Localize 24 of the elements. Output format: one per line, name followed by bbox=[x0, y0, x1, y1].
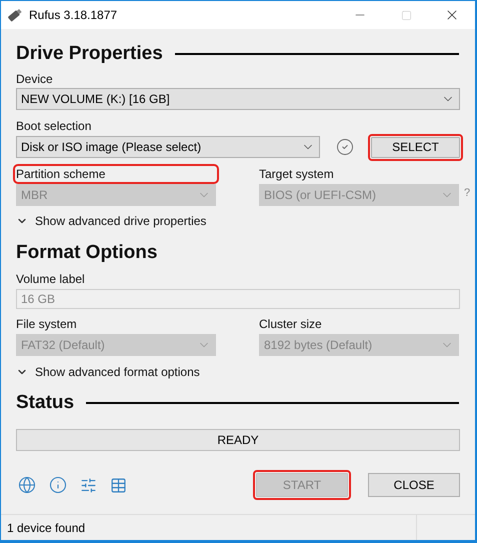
field-label: Partition scheme bbox=[16, 167, 216, 181]
settings-icon[interactable] bbox=[80, 476, 97, 494]
field-label: Device bbox=[16, 72, 53, 86]
dropdown[interactable]: NEW VOLUME (K:) [16 GB] bbox=[16, 88, 460, 110]
field-label: Boot selection bbox=[16, 119, 92, 133]
status-bar-text: 1 device found bbox=[7, 520, 86, 534]
action-button[interactable]: CLOSE bbox=[368, 473, 460, 497]
table-icon[interactable] bbox=[110, 476, 127, 494]
field-label: Cluster size bbox=[259, 317, 323, 331]
advanced-toggle[interactable]: Show advanced format options bbox=[16, 365, 200, 379]
globe-icon[interactable] bbox=[18, 476, 36, 494]
advanced-toggle[interactable]: Show advanced drive properties bbox=[16, 214, 206, 228]
section-heading: Status bbox=[16, 392, 74, 414]
field-label: Volume label bbox=[16, 272, 85, 286]
status-text: READY bbox=[217, 433, 259, 447]
dropdown[interactable]: Disk or ISO image (Please select) bbox=[16, 136, 320, 158]
usb-drive-icon bbox=[7, 8, 23, 22]
section-heading: Drive Properties bbox=[16, 43, 163, 65]
info-icon[interactable] bbox=[49, 476, 67, 494]
window-title: Rufus 3.18.1877 bbox=[29, 8, 118, 22]
field-label: File system bbox=[16, 317, 78, 331]
section-heading: Format Options bbox=[16, 242, 158, 264]
check-icon[interactable] bbox=[336, 138, 354, 156]
field-label: Target system bbox=[259, 167, 335, 181]
